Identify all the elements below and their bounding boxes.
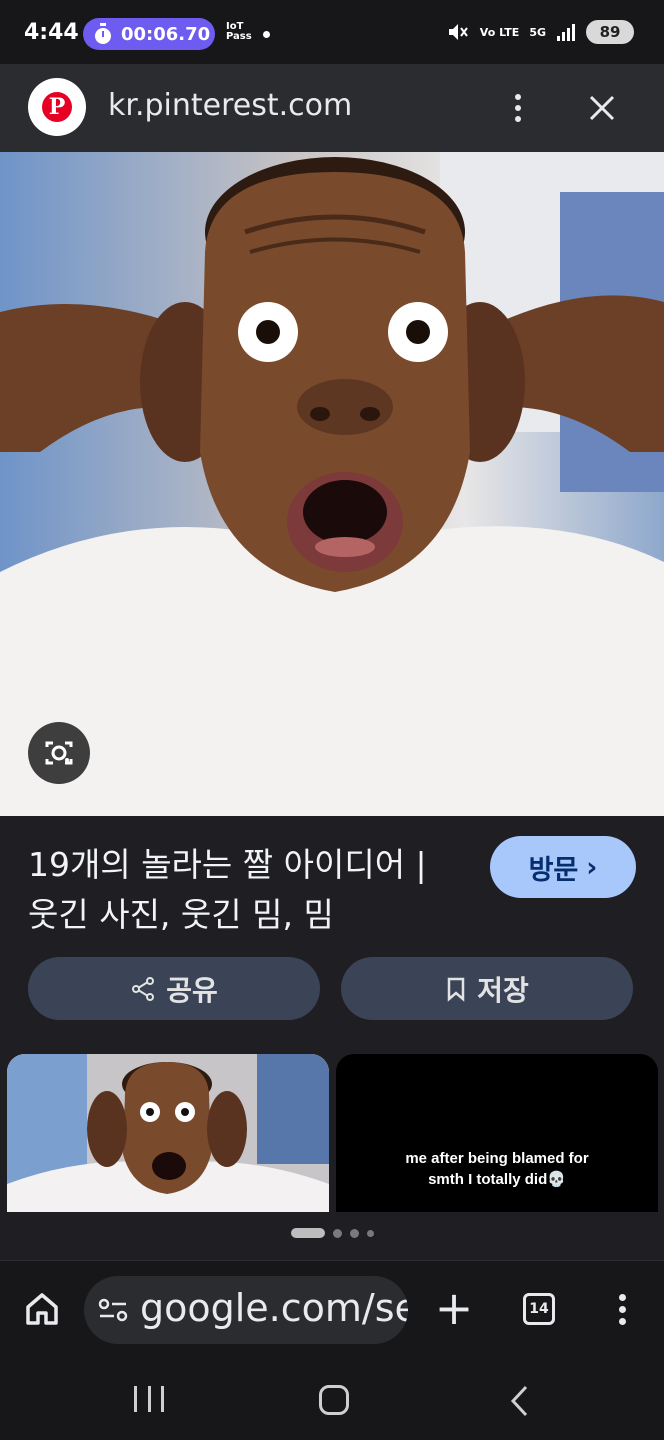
result-image[interactable] [0,152,664,816]
new-tab-button[interactable]: + [434,1281,474,1335]
status-bar: 4:44 00:06.70 IoT Pass Vo LTE 5G 89 [0,0,664,64]
visit-label: 방문 [528,854,579,886]
bookmark-icon [447,977,465,1002]
surprised-man-photo [0,152,664,816]
more-options-button[interactable] [500,86,536,130]
close-button[interactable] [580,86,624,130]
dot-icon [515,116,521,122]
system-navigation-bar [0,1360,664,1440]
back-button[interactable] [508,1384,532,1418]
volte-label: Vo LTE [479,25,520,39]
carousel-dot [332,1228,342,1238]
camera-lens-icon [45,741,73,765]
recents-icon [134,1386,137,1412]
result-title-line1: 19개의 놀라는 짤 아이디어 | [28,845,427,884]
address-text: google.com/se [140,1286,408,1330]
signal-icon [557,24,575,41]
save-button[interactable]: 저장 [341,957,633,1020]
chevron-right-icon: › [586,851,598,883]
dot-icon [618,1293,626,1301]
notification-dot-icon [263,31,270,38]
system-home-button[interactable] [319,1385,349,1415]
share-label: 공유 [166,973,218,1007]
back-chevron-icon [510,1385,528,1417]
browser-menu-button[interactable] [612,1289,632,1329]
home-icon [26,1293,58,1325]
stopwatch-chip[interactable]: 00:06.70 [83,18,215,50]
share-button[interactable]: 공유 [28,957,320,1020]
save-label: 저장 [477,973,529,1007]
caption-line2: smth I totally did💀 [428,1171,566,1188]
caption-line1: me after being blamed for [405,1150,589,1167]
iot-pass-icon: IoT Pass [226,21,252,42]
recents-icon [147,1386,151,1412]
close-icon [589,95,615,121]
network-5g-label: 5G [529,25,546,39]
preview-sheet-header: P kr.pinterest.com [0,64,664,152]
browser-toolbar: google.com/se + 14 [0,1260,664,1360]
plus-icon: + [434,1281,474,1335]
dot-icon [515,105,521,111]
carousel-indicator [0,1228,664,1238]
related-image-2[interactable]: me after being blamed for smth I totally… [336,1054,658,1212]
recents-icon [161,1386,164,1412]
dot-icon [618,1317,626,1325]
address-bar[interactable]: google.com/se [84,1276,408,1344]
dot-icon [515,94,521,100]
page-info-icon [98,1298,128,1322]
dot-icon [618,1305,626,1313]
carousel-dot [349,1228,359,1238]
status-time: 4:44 [24,20,79,45]
home-button[interactable] [22,1289,62,1329]
lens-search-button[interactable] [28,722,90,784]
tab-count: 14 [529,1301,549,1317]
result-title[interactable]: 19개의 놀라는 짤 아이디어 | 웃긴 사진, 웃긴 밈, 밈 [28,840,468,940]
site-url[interactable]: kr.pinterest.com [108,88,352,123]
related-photo-1 [7,1054,329,1212]
battery-icon: 89 [586,20,634,44]
recent-apps-button[interactable] [134,1386,164,1414]
visit-button[interactable]: 방문 › [490,836,636,898]
carousel-dot-active [290,1228,325,1238]
pinterest-favicon: P [28,78,86,136]
stopwatch-time: 00:06.70 [121,23,211,45]
stopwatch-icon [95,23,111,44]
carousel-dot [366,1229,374,1237]
status-icons: Vo LTE 5G 89 [446,20,634,44]
result-details: 19개의 놀라는 짤 아이디어 | 웃긴 사진, 웃긴 밈, 밈 방문 › 공유… [0,816,664,1260]
battery-level: 89 [599,23,621,41]
tab-switcher-button[interactable]: 14 [523,1293,555,1325]
related-image-caption: me after being blamed for smth I totally… [336,1148,658,1190]
mute-icon [448,24,468,40]
share-icon [132,976,155,1001]
pinterest-logo-icon: P [42,92,72,122]
related-image-1[interactable] [7,1054,329,1212]
result-title-line2: 웃긴 사진, 웃긴 밈, 밈 [28,895,334,934]
